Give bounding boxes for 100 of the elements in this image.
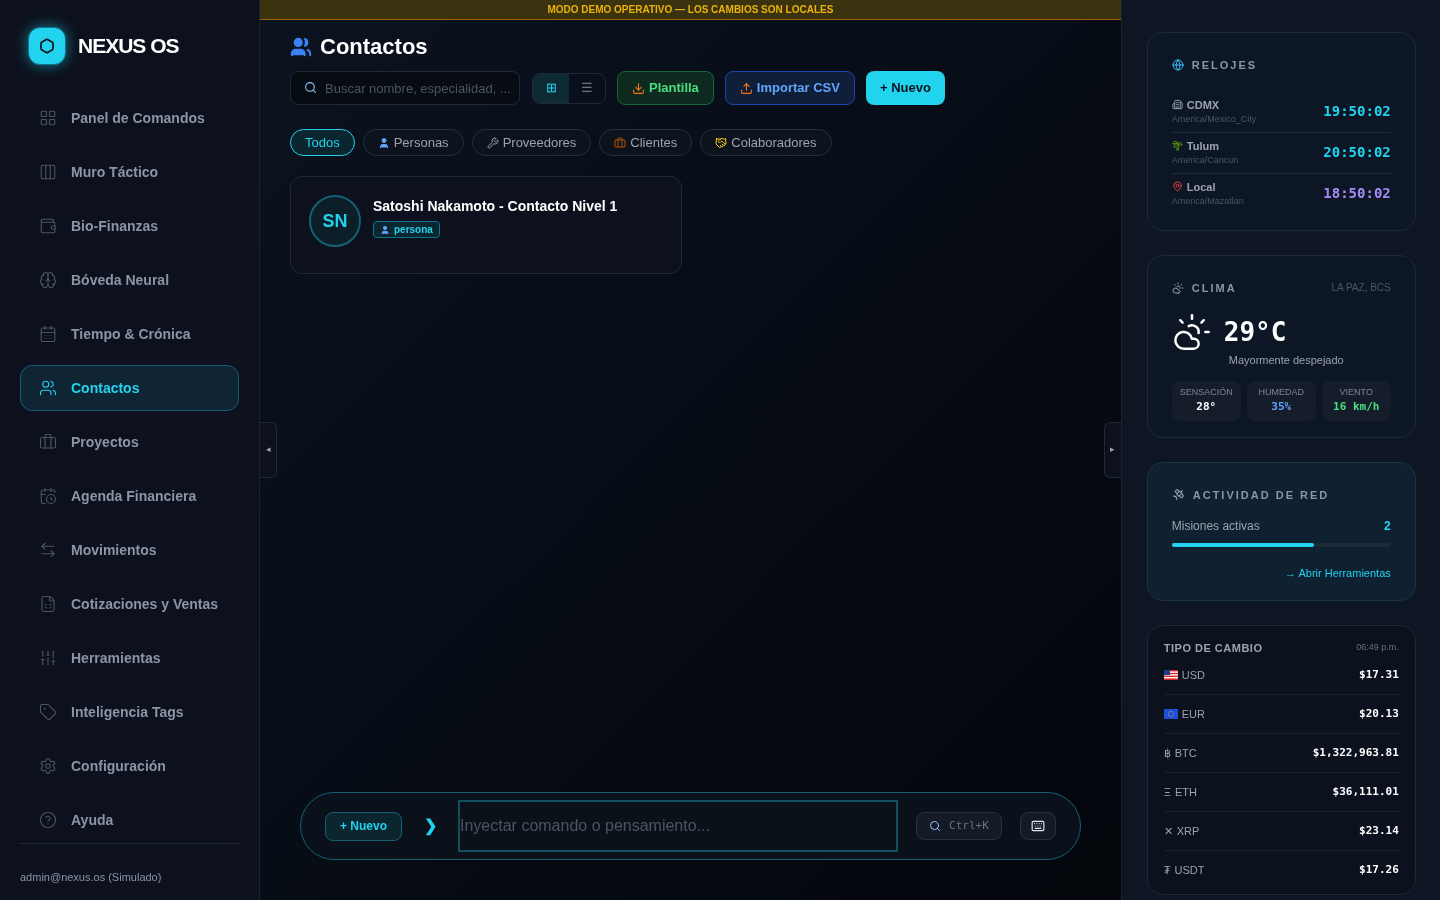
- keyboard-button[interactable]: [1019, 812, 1056, 840]
- currency-code: ETH: [1174, 784, 1197, 800]
- contact-avatar: SN: [309, 195, 361, 247]
- card-title: TIPO DE CAMBIO: [1163, 640, 1263, 656]
- filter-chip[interactable]: Proveedores: [471, 129, 592, 156]
- collapse-handle[interactable]: ▸: [1103, 422, 1121, 478]
- columns-icon: [39, 163, 57, 181]
- sidebar-item[interactable]: Bio-Finanzas: [20, 203, 239, 249]
- currency-rate: $36,111.01: [1332, 783, 1399, 800]
- currency-rate: $17.26: [1359, 862, 1399, 879]
- clock-time: 18:50:02: [1323, 184, 1391, 203]
- help-icon: [39, 811, 57, 829]
- view-toggle-option[interactable]: ⊞: [533, 73, 569, 103]
- us-flag-icon: [1163, 670, 1178, 680]
- weather-stat: VIENTO 16 km/h: [1321, 380, 1391, 421]
- users-icon: [39, 379, 57, 397]
- prompt-symbol: ❯: [422, 816, 438, 838]
- currency-rate: $23.14: [1359, 822, 1399, 839]
- users-icon: [290, 35, 312, 58]
- logo-icon: [28, 26, 66, 65]
- wallet-icon: [39, 217, 57, 235]
- search-shortcut-button[interactable]: Ctrl+K: [916, 812, 1002, 840]
- sidebar-item[interactable]: Movimientos: [20, 527, 239, 573]
- sidebar-item[interactable]: Proyectos: [20, 419, 239, 465]
- person-icon: [380, 224, 390, 235]
- clock-city: Tulum: [1186, 138, 1219, 154]
- card-title: CLIMA: [1191, 280, 1237, 296]
- brain-icon: [39, 271, 57, 289]
- briefcase-icon: [614, 136, 627, 149]
- sidebar-item[interactable]: Inteligencia Tags: [20, 689, 239, 735]
- sidebar-item[interactable]: Configuración: [20, 743, 239, 789]
- handshake-icon: [715, 136, 728, 149]
- import-button[interactable]: Importar CSV: [724, 71, 855, 105]
- eu-flag-icon: [1163, 709, 1178, 719]
- sidebar-item[interactable]: Tiempo & Crónica: [20, 311, 239, 357]
- briefcase-icon: [39, 433, 57, 451]
- weather-stat: HUMEDAD 35%: [1246, 380, 1316, 421]
- currency-rate: $17.31: [1359, 666, 1399, 683]
- missions-count: 2: [1384, 518, 1391, 535]
- template-button[interactable]: Plantilla: [617, 71, 714, 105]
- weather-location: LA PAZ, BCS: [1331, 281, 1391, 296]
- sidebar-item[interactable]: Agenda Financiera: [20, 473, 239, 519]
- weather-description: Mayormente despejado: [1228, 353, 1345, 368]
- cloud-icon: [1171, 281, 1184, 294]
- calendar-clock-icon: [39, 487, 57, 505]
- palm-tree-icon: [1171, 140, 1183, 152]
- download-icon: [632, 81, 645, 95]
- clock-time: 19:50:02: [1323, 102, 1391, 121]
- currency-code: XRP: [1176, 823, 1200, 839]
- page-title: Contactos: [320, 33, 428, 61]
- view-toggle-option[interactable]: ☰: [569, 73, 605, 103]
- keyboard-icon: [1030, 819, 1045, 833]
- sidebar-item[interactable]: Herramientas: [20, 635, 239, 681]
- sidebar-item[interactable]: Panel de Comandos: [20, 95, 239, 141]
- collapse-handle[interactable]: ◂: [260, 422, 277, 478]
- new-button[interactable]: + Nuevo: [325, 811, 402, 841]
- currency-code: USDT: [1174, 863, 1205, 879]
- search-icon: [929, 820, 941, 832]
- command-input[interactable]: Inyectar comando o pensamiento...: [458, 800, 898, 852]
- sidebar-item[interactable]: Contactos: [20, 365, 239, 411]
- sliders-icon: [39, 649, 57, 667]
- sidebar-item[interactable]: Ayuda: [20, 797, 239, 843]
- currency-code: USD: [1181, 667, 1205, 683]
- clock-time: 20:50:02: [1323, 143, 1391, 162]
- settings-icon: [39, 757, 57, 775]
- filter-chip[interactable]: Personas: [362, 129, 464, 156]
- clock-city: CDMX: [1186, 97, 1220, 113]
- tools-link[interactable]: → Abrir Herramientas: [1285, 565, 1391, 582]
- upload-icon: [739, 81, 753, 95]
- currency-symbol: Ξ: [1163, 784, 1171, 800]
- clock-zone: America/Mazatlan: [1171, 195, 1244, 208]
- card-title: RELOJES: [1191, 58, 1258, 73]
- clock-city: Local: [1186, 179, 1216, 195]
- sidebar-item[interactable]: Cotizaciones y Ventas: [20, 581, 239, 627]
- pin-icon: [1171, 181, 1183, 193]
- currency-symbol: ฿: [1163, 745, 1171, 761]
- filter-chip[interactable]: Todos: [290, 129, 355, 156]
- document-icon: [39, 595, 57, 613]
- sidebar-item[interactable]: Bóveda Neural: [20, 257, 239, 303]
- currency-rate: $20.13: [1359, 705, 1399, 722]
- search-icon: [304, 81, 317, 94]
- sidebar-item[interactable]: Muro Táctico: [20, 149, 239, 195]
- contact-name: Satoshi Nakamoto - Contacto Nivel 1: [373, 197, 618, 216]
- globe-icon: [1171, 59, 1184, 72]
- brand-name: NEXUS OS: [78, 32, 179, 59]
- person-icon: [377, 136, 390, 149]
- search-field[interactable]: Buscar nombre, especialidad, ...: [290, 71, 520, 105]
- contact-card[interactable]: SN Satoshi Nakamoto - Contacto Nivel 1 persona: [290, 176, 682, 274]
- sun-cloud-icon: [1171, 312, 1212, 352]
- weather-stat: SENSACIÓN 28°: [1171, 380, 1241, 421]
- grid-icon: [39, 109, 57, 127]
- arrows-icon: [39, 541, 57, 559]
- calendar-icon: [39, 325, 57, 343]
- card-title: ACTIVIDAD DE RED: [1192, 487, 1330, 503]
- currency-rate: $1,322,963.81: [1312, 744, 1399, 761]
- filter-chip[interactable]: Colaboradores: [700, 129, 832, 156]
- contact-tag: persona: [373, 221, 440, 238]
- clock-zone: America/Mexico_City: [1171, 113, 1257, 126]
- filter-chip[interactable]: Clientes: [599, 129, 693, 156]
- new-button[interactable]: + Nuevo: [865, 71, 945, 105]
